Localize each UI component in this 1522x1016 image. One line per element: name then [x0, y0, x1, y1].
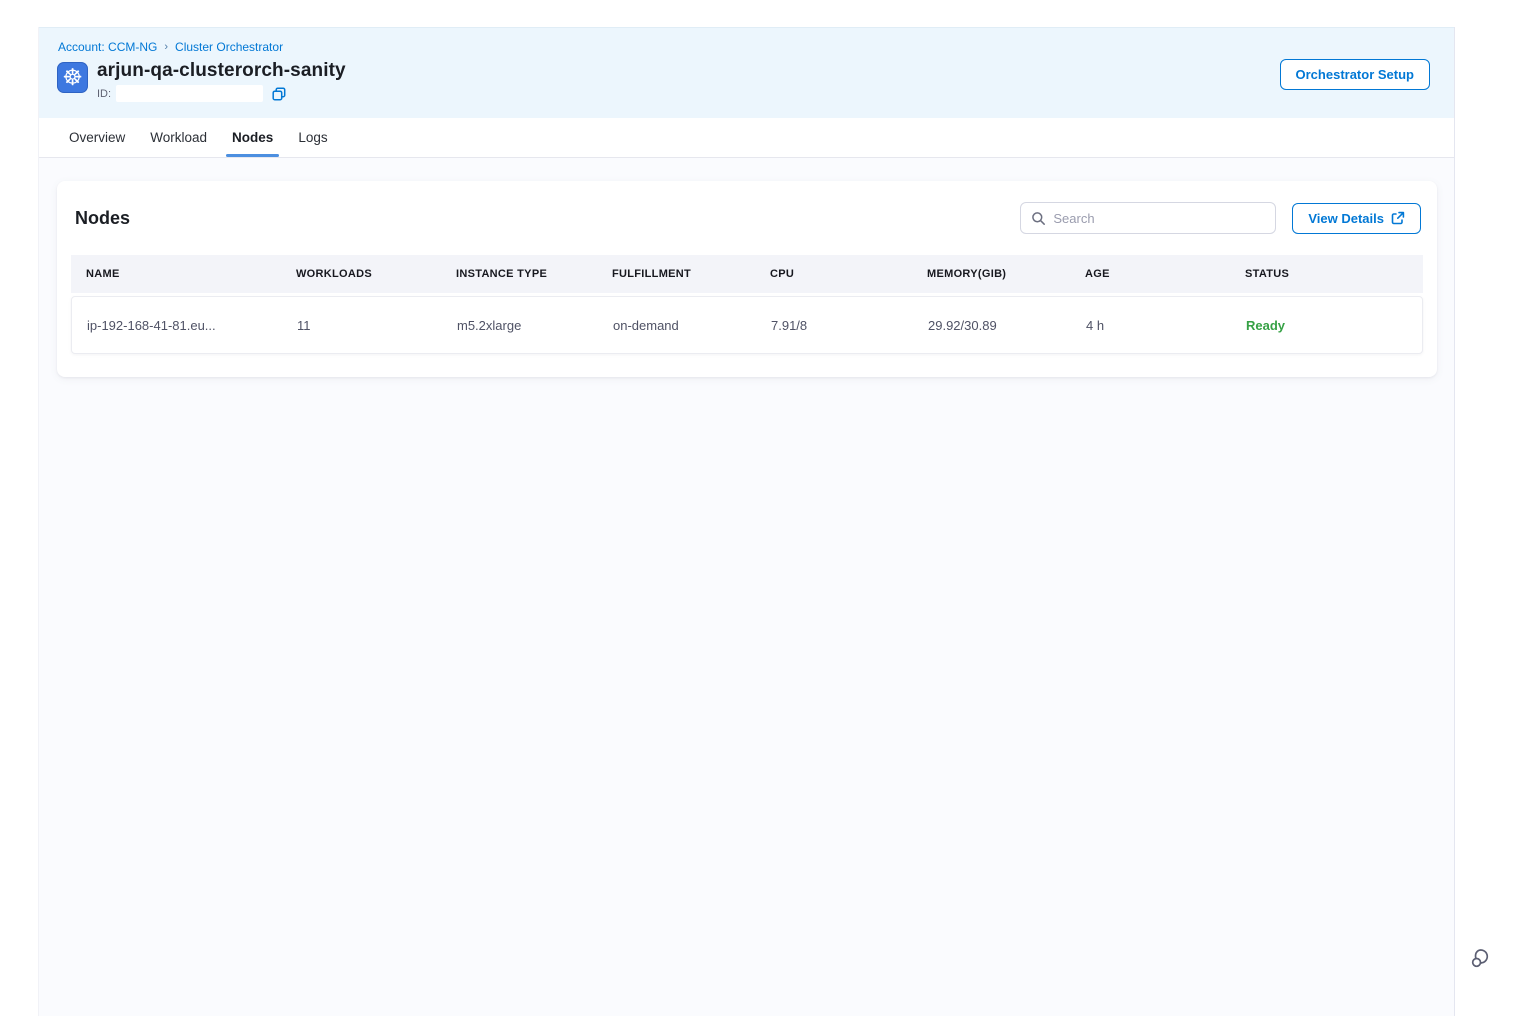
- column-header-workloads: WORKLOADS: [296, 268, 456, 280]
- tab-logs[interactable]: Logs: [296, 118, 329, 157]
- id-value-redacted: [116, 85, 263, 102]
- search-icon: [1031, 211, 1046, 226]
- tab-bar: Overview Workload Nodes Logs: [39, 118, 1454, 158]
- kubernetes-icon: ☸: [57, 62, 88, 93]
- cell-fulfillment: on-demand: [613, 318, 771, 333]
- view-details-label: View Details: [1308, 211, 1384, 226]
- app-panel: Account: CCM-NG › Cluster Orchestrator ☸…: [38, 27, 1455, 1016]
- table-row[interactable]: ip-192-168-41-81.eu... 11 m5.2xlarge on-…: [71, 296, 1423, 354]
- orchestrator-setup-button[interactable]: Orchestrator Setup: [1280, 59, 1430, 90]
- tab-nodes[interactable]: Nodes: [230, 118, 275, 157]
- chat-help-icon[interactable]: [1468, 943, 1496, 971]
- cell-instance-type: m5.2xlarge: [457, 318, 613, 333]
- breadcrumb-section-link[interactable]: Cluster Orchestrator: [175, 40, 283, 54]
- page-title: arjun-qa-clusterorch-sanity: [97, 60, 346, 82]
- cell-memory: 29.92/30.89: [928, 318, 1086, 333]
- search-box[interactable]: [1020, 202, 1276, 234]
- external-link-icon: [1391, 211, 1405, 225]
- tab-overview[interactable]: Overview: [67, 118, 127, 157]
- column-header-status: STATUS: [1245, 268, 1415, 280]
- tab-workload[interactable]: Workload: [148, 118, 209, 157]
- search-input[interactable]: [1053, 211, 1265, 226]
- breadcrumb-account-link[interactable]: Account: CCM-NG: [58, 40, 157, 54]
- id-label: ID:: [97, 88, 111, 100]
- page-header: Account: CCM-NG › Cluster Orchestrator ☸…: [39, 27, 1454, 118]
- column-header-age: AGE: [1085, 268, 1245, 280]
- cell-name: ip-192-168-41-81.eu...: [87, 318, 297, 333]
- cell-cpu: 7.91/8: [771, 318, 928, 333]
- cell-workloads: 11: [297, 318, 457, 333]
- table-header-row: NAME WORKLOADS INSTANCE TYPE FULFILLMENT…: [71, 255, 1423, 293]
- nodes-table: NAME WORKLOADS INSTANCE TYPE FULFILLMENT…: [71, 255, 1423, 354]
- column-header-name: NAME: [86, 268, 296, 280]
- column-header-instance-type: INSTANCE TYPE: [456, 268, 612, 280]
- copy-icon[interactable]: [271, 86, 287, 102]
- view-details-button[interactable]: View Details: [1292, 203, 1421, 234]
- column-header-memory: MEMORY(GIB): [927, 268, 1085, 280]
- column-header-fulfillment: FULFILLMENT: [612, 268, 770, 280]
- nodes-card: Nodes View Details: [57, 181, 1437, 377]
- nodes-card-title: Nodes: [75, 208, 130, 229]
- cell-age: 4 h: [1086, 318, 1246, 333]
- breadcrumb-separator-icon: ›: [164, 41, 168, 53]
- column-header-cpu: CPU: [770, 268, 927, 280]
- status-badge: Ready: [1246, 318, 1414, 333]
- breadcrumb: Account: CCM-NG › Cluster Orchestrator: [58, 40, 1430, 54]
